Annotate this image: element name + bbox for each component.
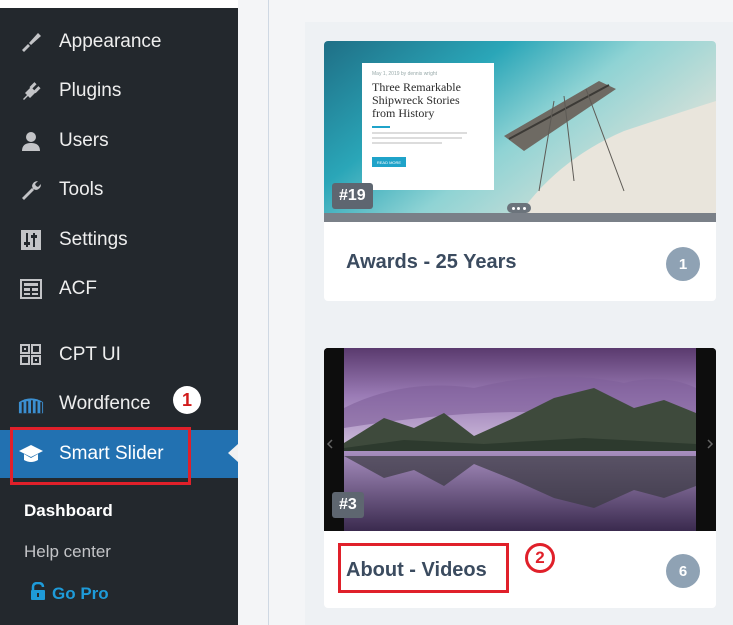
sidebar-item-appearance[interactable]: Appearance [0, 20, 238, 64]
highlight-smart-slider [10, 427, 191, 485]
sidebar-item-label: Settings [59, 229, 128, 250]
sidebar-item-wordfence[interactable]: Wordfence [0, 382, 238, 426]
slide-preview-caption: May 1, 2019 by dennis wright Three Remar… [362, 63, 494, 190]
highlight-about-videos [338, 543, 509, 593]
slide-read-more-button: READ MORE [372, 157, 406, 167]
sidebar-item-label: Wordfence [59, 393, 151, 414]
submenu-dashboard[interactable]: Dashboard [24, 501, 113, 521]
wordpress-admin-screen: Appearance Plugins Users Tools Settings [0, 0, 733, 625]
annotation-step-1: 1 [173, 386, 201, 414]
submenu-go-pro[interactable]: Go Pro [30, 581, 109, 605]
settings-sliders-icon [18, 227, 44, 253]
submenu-help-center[interactable]: Help center [24, 542, 111, 562]
slide-meta-text: May 1, 2019 by dennis wright [372, 71, 438, 77]
sidebar-item-cpt-ui[interactable]: CPT UI [0, 333, 238, 377]
go-pro-label: Go Pro [52, 583, 109, 603]
slide-count-badge: 6 [666, 554, 700, 588]
slider-thumbnail[interactable] [324, 348, 716, 531]
slider-thumbnail[interactable]: May 1, 2019 by dennis wright Three Remar… [324, 41, 716, 222]
slide-pagination-dots [507, 203, 531, 213]
slider-id-chip: #19 [332, 183, 373, 209]
lock-icon [30, 581, 46, 605]
slide-heading: Three Remarkable Shipwreck Stories from … [372, 80, 461, 120]
admin-sidebar: Appearance Plugins Users Tools Settings [0, 8, 238, 625]
sidebar-item-label: ACF [59, 278, 97, 299]
acf-icon [18, 276, 44, 302]
sidebar-item-tools[interactable]: Tools [0, 168, 238, 212]
sidebar-item-label: Tools [59, 179, 104, 200]
slider-title[interactable]: Awards - 25 Years [346, 251, 517, 274]
paintbrush-icon [18, 29, 44, 55]
slider-id-chip: #3 [332, 492, 364, 518]
slide-body-lines [372, 126, 484, 151]
sidebar-item-plugins[interactable]: Plugins [0, 69, 238, 113]
slider-card-awards[interactable]: May 1, 2019 by dennis wright Three Remar… [324, 41, 716, 301]
slide-count-badge: 1 [666, 247, 700, 281]
sidebar-item-acf[interactable]: ACF [0, 267, 238, 311]
sidebar-item-label: Users [59, 130, 109, 151]
annotation-step-2: 2 [525, 543, 555, 573]
sidebar-item-label: Appearance [59, 31, 162, 52]
sidebar-item-label: CPT UI [59, 344, 121, 365]
plug-icon [18, 78, 44, 104]
sidebar-item-label: Plugins [59, 80, 122, 101]
wrench-icon [18, 177, 44, 203]
wordfence-icon [18, 391, 44, 417]
grid-icon [18, 342, 44, 368]
sidebar-item-users[interactable]: Users [0, 119, 238, 163]
content-divider [268, 0, 269, 625]
user-icon [18, 128, 44, 154]
sidebar-item-settings[interactable]: Settings [0, 218, 238, 262]
